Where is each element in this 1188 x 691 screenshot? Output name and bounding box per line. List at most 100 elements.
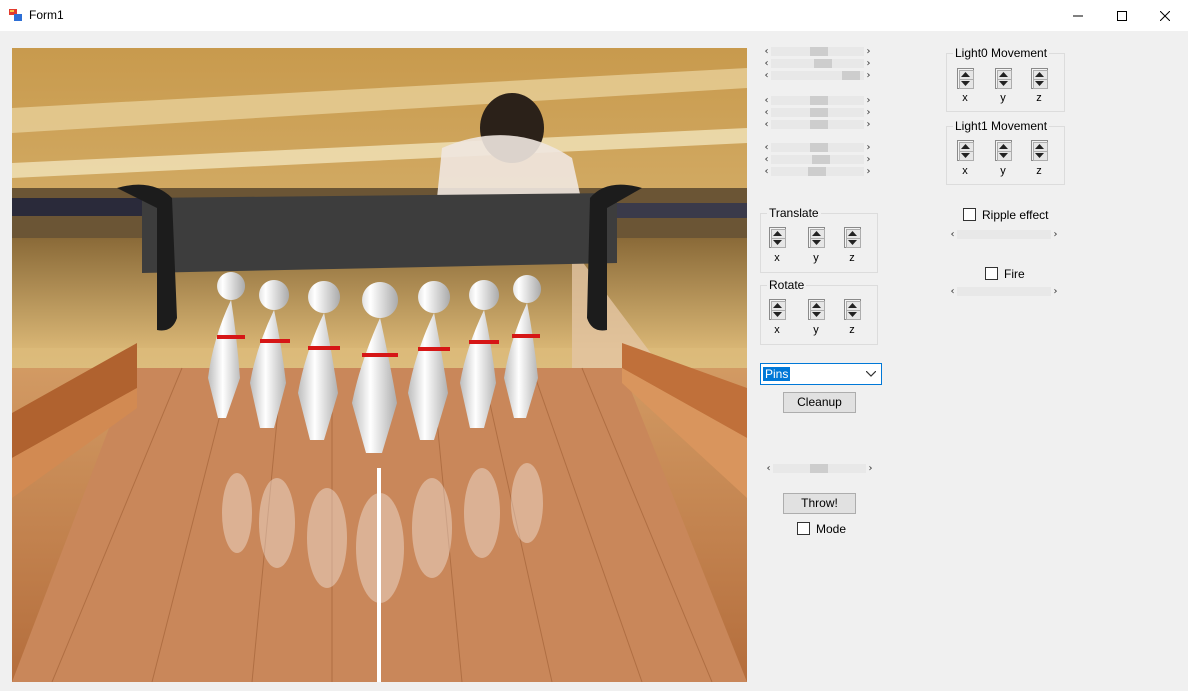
- light1-z-label: z: [1036, 165, 1042, 177]
- scroll-right-icon[interactable]: ›: [864, 46, 873, 57]
- scrollbar-9[interactable]: ‹ ›: [762, 166, 873, 177]
- spin-down-icon[interactable]: [1035, 153, 1044, 158]
- scrollbar-7[interactable]: ‹ ›: [762, 142, 873, 153]
- throw-button[interactable]: Throw!: [783, 493, 856, 514]
- light0-x-spinner[interactable]: [957, 68, 974, 89]
- scroll-left-icon[interactable]: ‹: [764, 463, 773, 474]
- scroll-right-icon[interactable]: ›: [864, 142, 873, 153]
- translate-y-spinner[interactable]: [808, 227, 825, 248]
- scroll-right-icon[interactable]: ›: [864, 70, 873, 81]
- light0-z-spinner[interactable]: [1031, 68, 1048, 89]
- translate-z-spinner[interactable]: [844, 227, 861, 248]
- close-icon: [1160, 10, 1170, 21]
- spin-down-icon[interactable]: [999, 153, 1008, 158]
- minimize-icon: [1073, 15, 1083, 16]
- scroll-right-icon[interactable]: ›: [1051, 229, 1060, 240]
- form-app-icon: [9, 9, 22, 21]
- light1-y-spinner[interactable]: [995, 140, 1012, 161]
- mode-checkbox[interactable]: [797, 522, 810, 535]
- rotate-y-spinner[interactable]: [808, 299, 825, 320]
- scrollbar-5[interactable]: ‹ ›: [762, 107, 873, 118]
- chevron-down-icon[interactable]: [866, 371, 876, 377]
- scroll-right-icon[interactable]: ›: [1051, 286, 1060, 297]
- spin-up-icon[interactable]: [848, 303, 857, 308]
- title-bar: Form1: [0, 0, 1188, 31]
- light0-y-spinner[interactable]: [995, 68, 1012, 89]
- light1-x-label: x: [962, 165, 968, 177]
- scroll-left-icon[interactable]: ‹: [948, 286, 957, 297]
- scroll-right-icon[interactable]: ›: [864, 154, 873, 165]
- spin-down-icon[interactable]: [773, 312, 782, 317]
- maximize-button[interactable]: [1099, 0, 1145, 31]
- rotate-x-spinner[interactable]: [769, 299, 786, 320]
- scroll-right-icon[interactable]: ›: [864, 95, 873, 106]
- fire-scrollbar[interactable]: ‹ ›: [948, 286, 1060, 297]
- spin-up-icon[interactable]: [773, 303, 782, 308]
- spin-down-icon[interactable]: [1035, 81, 1044, 86]
- scroll-left-icon[interactable]: ‹: [762, 119, 771, 130]
- light0-z-label: z: [1036, 92, 1042, 104]
- translate-x-spinner[interactable]: [769, 227, 786, 248]
- cleanup-button[interactable]: Cleanup: [783, 392, 856, 413]
- scroll-right-icon[interactable]: ›: [864, 119, 873, 130]
- spin-up-icon[interactable]: [812, 303, 821, 308]
- spin-up-icon[interactable]: [961, 144, 970, 149]
- ripple-label[interactable]: Ripple effect: [982, 208, 1049, 222]
- rotate-z-spinner[interactable]: [844, 299, 861, 320]
- spin-down-icon[interactable]: [848, 312, 857, 317]
- scroll-left-icon[interactable]: ‹: [762, 46, 771, 57]
- spin-up-icon[interactable]: [848, 231, 857, 236]
- scroll-left-icon[interactable]: ‹: [762, 142, 771, 153]
- spin-up-icon[interactable]: [961, 72, 970, 77]
- light0-x-label: x: [962, 92, 968, 104]
- spin-up-icon[interactable]: [1035, 72, 1044, 77]
- mode-label[interactable]: Mode: [816, 522, 846, 536]
- scroll-left-icon[interactable]: ‹: [762, 154, 771, 165]
- scroll-right-icon[interactable]: ›: [864, 166, 873, 177]
- spin-up-icon[interactable]: [773, 231, 782, 236]
- spin-down-icon[interactable]: [812, 312, 821, 317]
- light1-y-label: y: [1000, 165, 1006, 177]
- light1-z-spinner[interactable]: [1031, 140, 1048, 161]
- scroll-left-icon[interactable]: ‹: [948, 229, 957, 240]
- scrollbar-4[interactable]: ‹ ›: [762, 95, 873, 106]
- translate-x-label: x: [774, 252, 780, 264]
- scrollbar-2[interactable]: ‹ ›: [762, 58, 873, 69]
- light0-label: Light0 Movement: [953, 46, 1050, 60]
- bowling-3d-viewport[interactable]: [12, 48, 747, 682]
- ripple-checkbox[interactable]: [963, 208, 976, 221]
- object-select-value: Pins: [763, 367, 791, 381]
- object-select[interactable]: Pins: [760, 363, 882, 385]
- spin-down-icon[interactable]: [812, 240, 821, 245]
- fire-label[interactable]: Fire: [1004, 267, 1025, 281]
- close-button[interactable]: [1142, 0, 1188, 31]
- scroll-left-icon[interactable]: ‹: [762, 58, 771, 69]
- ripple-scrollbar[interactable]: ‹ ›: [948, 229, 1060, 240]
- scroll-right-icon[interactable]: ›: [866, 463, 875, 474]
- scroll-right-icon[interactable]: ›: [864, 58, 873, 69]
- spin-down-icon[interactable]: [999, 81, 1008, 86]
- scrollbar-8[interactable]: ‹ ›: [762, 154, 873, 165]
- light1-x-spinner[interactable]: [957, 140, 974, 161]
- scroll-left-icon[interactable]: ‹: [762, 70, 771, 81]
- spin-up-icon[interactable]: [812, 231, 821, 236]
- spin-up-icon[interactable]: [999, 72, 1008, 77]
- throw-power-scrollbar[interactable]: ‹ ›: [764, 463, 875, 474]
- spin-up-icon[interactable]: [999, 144, 1008, 149]
- scrollbar-3[interactable]: ‹ ›: [762, 70, 873, 81]
- scrollbar-6[interactable]: ‹ ›: [762, 119, 873, 130]
- fire-checkbox[interactable]: [985, 267, 998, 280]
- spin-down-icon[interactable]: [961, 81, 970, 86]
- spin-up-icon[interactable]: [1035, 144, 1044, 149]
- scroll-left-icon[interactable]: ‹: [762, 107, 771, 118]
- scroll-right-icon[interactable]: ›: [864, 107, 873, 118]
- scrollbar-1[interactable]: ‹ ›: [762, 46, 873, 57]
- rotate-z-label: z: [849, 324, 855, 336]
- translate-label: Translate: [767, 206, 821, 220]
- minimize-button[interactable]: [1055, 0, 1101, 31]
- scroll-left-icon[interactable]: ‹: [762, 95, 771, 106]
- scroll-left-icon[interactable]: ‹: [762, 166, 771, 177]
- spin-down-icon[interactable]: [773, 240, 782, 245]
- spin-down-icon[interactable]: [961, 153, 970, 158]
- spin-down-icon[interactable]: [848, 240, 857, 245]
